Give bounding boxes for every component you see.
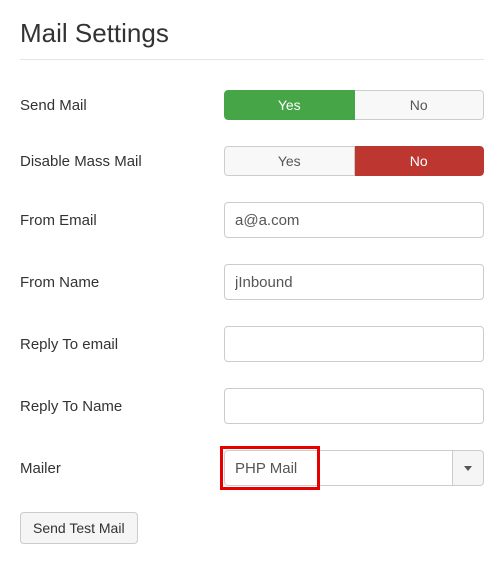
input-from-name[interactable] bbox=[224, 264, 484, 300]
toggle-disable-mass-mail-yes[interactable]: Yes bbox=[224, 146, 355, 176]
row-mailer: Mailer PHP Mail bbox=[20, 450, 484, 486]
label-reply-to-email: Reply To email bbox=[20, 336, 224, 353]
page-title: Mail Settings bbox=[20, 18, 484, 49]
select-mailer-caret[interactable] bbox=[452, 450, 484, 486]
input-reply-to-email[interactable] bbox=[224, 326, 484, 362]
label-mailer: Mailer bbox=[20, 460, 224, 477]
divider bbox=[20, 59, 484, 60]
chevron-down-icon bbox=[464, 466, 472, 471]
select-mailer-display[interactable]: PHP Mail bbox=[224, 450, 452, 486]
toggle-disable-mass-mail-no[interactable]: No bbox=[355, 146, 485, 176]
row-from-name: From Name bbox=[20, 264, 484, 300]
input-reply-to-name[interactable] bbox=[224, 388, 484, 424]
row-from-email: From Email bbox=[20, 202, 484, 238]
send-test-mail-button[interactable]: Send Test Mail bbox=[20, 512, 138, 544]
row-send-mail: Send Mail Yes No bbox=[20, 90, 484, 120]
toggle-send-mail-yes[interactable]: Yes bbox=[224, 90, 355, 120]
label-disable-mass-mail: Disable Mass Mail bbox=[20, 153, 224, 170]
label-from-name: From Name bbox=[20, 274, 224, 291]
row-reply-to-name: Reply To Name bbox=[20, 388, 484, 424]
toggle-disable-mass-mail: Yes No bbox=[224, 146, 484, 176]
label-send-mail: Send Mail bbox=[20, 97, 224, 114]
row-disable-mass-mail: Disable Mass Mail Yes No bbox=[20, 146, 484, 176]
label-from-email: From Email bbox=[20, 212, 224, 229]
input-from-email[interactable] bbox=[224, 202, 484, 238]
toggle-send-mail-no[interactable]: No bbox=[355, 90, 485, 120]
select-mailer[interactable]: PHP Mail bbox=[224, 450, 484, 486]
label-reply-to-name: Reply To Name bbox=[20, 398, 224, 415]
row-reply-to-email: Reply To email bbox=[20, 326, 484, 362]
toggle-send-mail: Yes No bbox=[224, 90, 484, 120]
row-send-test: Send Test Mail bbox=[20, 512, 484, 544]
